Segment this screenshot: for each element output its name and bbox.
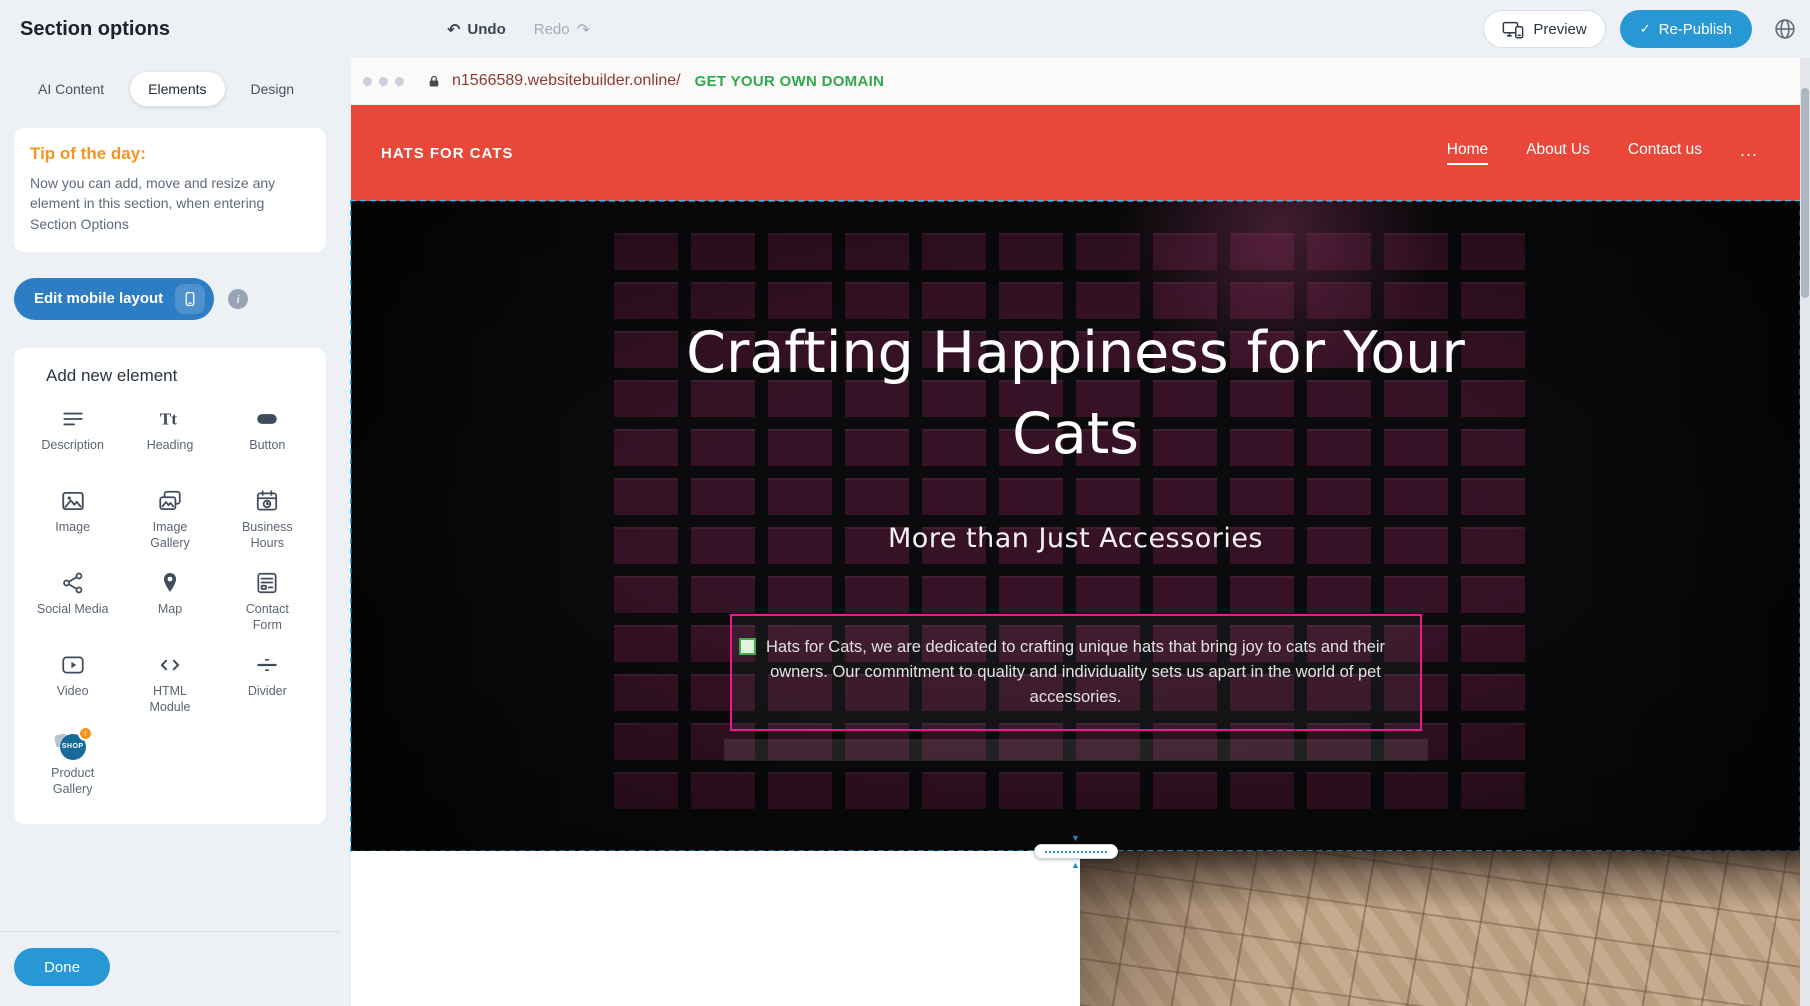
tip-body: Now you can add, move and resize any ele… xyxy=(30,173,310,234)
add-element-map[interactable]: Map xyxy=(121,564,218,640)
edit-mobile-row: Edit mobile layout i xyxy=(14,278,340,320)
html-module-icon xyxy=(157,650,183,680)
undo-icon: ↶ xyxy=(447,20,460,39)
preview-button[interactable]: Preview xyxy=(1483,10,1605,48)
contact-form-icon xyxy=(254,568,280,598)
edit-mobile-layout-button[interactable]: Edit mobile layout xyxy=(14,278,214,320)
site-canvas: n1566589.websitebuilder.online/ GET YOUR… xyxy=(351,58,1800,1006)
resize-arrow-down-icon: ▼ xyxy=(1071,834,1080,842)
lock-icon xyxy=(426,73,442,90)
add-element-button[interactable]: Button xyxy=(219,400,316,476)
hero-paragraph: Hats for Cats, we are dedicated to craft… xyxy=(766,635,1386,710)
browser-chrome: n1566589.websitebuilder.online/ GET YOUR… xyxy=(351,58,1800,105)
add-element-heading[interactable]: Tt Heading xyxy=(121,400,218,476)
map-pin-icon xyxy=(157,568,183,598)
svg-text:Tt: Tt xyxy=(160,409,178,428)
nav-item-about[interactable]: About Us xyxy=(1526,141,1590,165)
heading-icon: Tt xyxy=(157,404,183,434)
add-element-business-hours[interactable]: Business Hours xyxy=(219,482,316,558)
site-nav: Home About Us Contact us ... xyxy=(1447,140,1758,167)
selected-text-element[interactable]: Hats for Cats, we are dedicated to craft… xyxy=(730,614,1422,731)
section-resize-handle[interactable]: ▼ ▲ xyxy=(1034,834,1118,869)
element-ghost-strip xyxy=(724,739,1428,761)
sidebar: AI Content Elements Design Tip of the da… xyxy=(0,58,340,1006)
product-gallery-icon: SHOP ↑ xyxy=(57,732,89,762)
site-url[interactable]: n1566589.websitebuilder.online/ xyxy=(452,72,681,90)
add-element-title: Add new element xyxy=(46,366,316,386)
element-drag-handle[interactable] xyxy=(739,638,756,655)
page-bottom-section xyxy=(351,851,1800,1006)
info-icon[interactable]: i xyxy=(228,289,248,309)
add-element-divider[interactable]: Divider xyxy=(219,646,316,722)
scrollbar-track[interactable] xyxy=(1800,58,1810,1006)
redo-icon: ↷ xyxy=(577,20,590,39)
image-icon xyxy=(60,486,86,516)
tip-title: Tip of the day: xyxy=(30,144,310,164)
business-hours-icon xyxy=(254,486,280,516)
add-element-description[interactable]: Description xyxy=(24,400,121,476)
nav-item-home[interactable]: Home xyxy=(1447,141,1488,165)
tab-design[interactable]: Design xyxy=(233,72,313,106)
get-domain-link[interactable]: GET YOUR OWN DOMAIN xyxy=(695,73,885,90)
add-element-contact-form[interactable]: Contact Form xyxy=(219,564,316,640)
nav-item-contact[interactable]: Contact us xyxy=(1628,141,1702,165)
site-logo[interactable]: Hats for Cats xyxy=(381,145,513,162)
hero-subheading[interactable]: More than Just Accessories xyxy=(351,523,1800,554)
description-icon xyxy=(60,404,86,434)
add-element-product-gallery[interactable]: SHOP ↑ Product Gallery xyxy=(24,728,121,804)
video-icon xyxy=(60,650,86,680)
redo-button[interactable]: Redo ↷ xyxy=(534,20,590,39)
devices-icon xyxy=(1502,20,1524,39)
topbar: Section options ↶ Undo Redo ↷ xyxy=(0,0,1810,58)
site-header: Hats for Cats Home About Us Contact us .… xyxy=(351,105,1800,201)
tab-ai-content[interactable]: AI Content xyxy=(20,72,122,106)
hero-content: Crafting Happiness for Your Cats More th… xyxy=(351,201,1800,851)
hero-heading[interactable]: Crafting Happiness for Your Cats xyxy=(636,313,1516,475)
tip-card: Tip of the day: Now you can add, move an… xyxy=(14,128,326,252)
globe-icon xyxy=(1772,16,1798,42)
nav-more-icon[interactable]: ... xyxy=(1740,140,1758,167)
undo-redo-group: ↶ Undo Redo ↷ xyxy=(447,0,590,58)
app: Section options ↶ Undo Redo ↷ xyxy=(0,0,1810,1006)
add-element-image-gallery[interactable]: Image Gallery xyxy=(121,482,218,558)
check-icon: ✓ xyxy=(1640,21,1651,37)
undo-button[interactable]: ↶ Undo xyxy=(447,20,506,39)
element-grid: Description Tt Heading xyxy=(24,400,316,804)
social-media-icon xyxy=(60,568,86,598)
topbar-actions: Preview ✓ Re-Publish xyxy=(1483,0,1804,58)
add-element-card: Add new element Description Tt xyxy=(14,348,326,824)
resize-arrow-up-icon: ▲ xyxy=(1071,861,1080,869)
button-icon xyxy=(254,404,280,434)
language-globe-button[interactable] xyxy=(1766,10,1804,48)
add-element-video[interactable]: Video xyxy=(24,646,121,722)
upgrade-badge-icon: ↑ xyxy=(78,726,93,741)
scrollbar-thumb[interactable] xyxy=(1801,88,1809,298)
paving-photo xyxy=(1080,851,1800,1006)
phone-icon xyxy=(175,284,205,314)
add-element-html-module[interactable]: HTML Module xyxy=(121,646,218,722)
add-element-image[interactable]: Image xyxy=(24,482,121,558)
window-dots xyxy=(363,77,404,86)
done-button[interactable]: Done xyxy=(14,948,110,986)
hero-section[interactable]: Crafting Happiness for Your Cats More th… xyxy=(351,201,1800,851)
sidebar-tabs: AI Content Elements Design xyxy=(20,72,340,106)
add-element-social-media[interactable]: Social Media xyxy=(24,564,121,640)
republish-button[interactable]: ✓ Re-Publish xyxy=(1620,10,1752,48)
page-title: Section options xyxy=(20,18,170,41)
resize-dotted-line xyxy=(1045,851,1107,853)
sidebar-divider xyxy=(0,931,340,932)
tab-elements[interactable]: Elements xyxy=(130,72,224,106)
divider-icon xyxy=(254,650,280,680)
image-gallery-icon xyxy=(157,486,183,516)
